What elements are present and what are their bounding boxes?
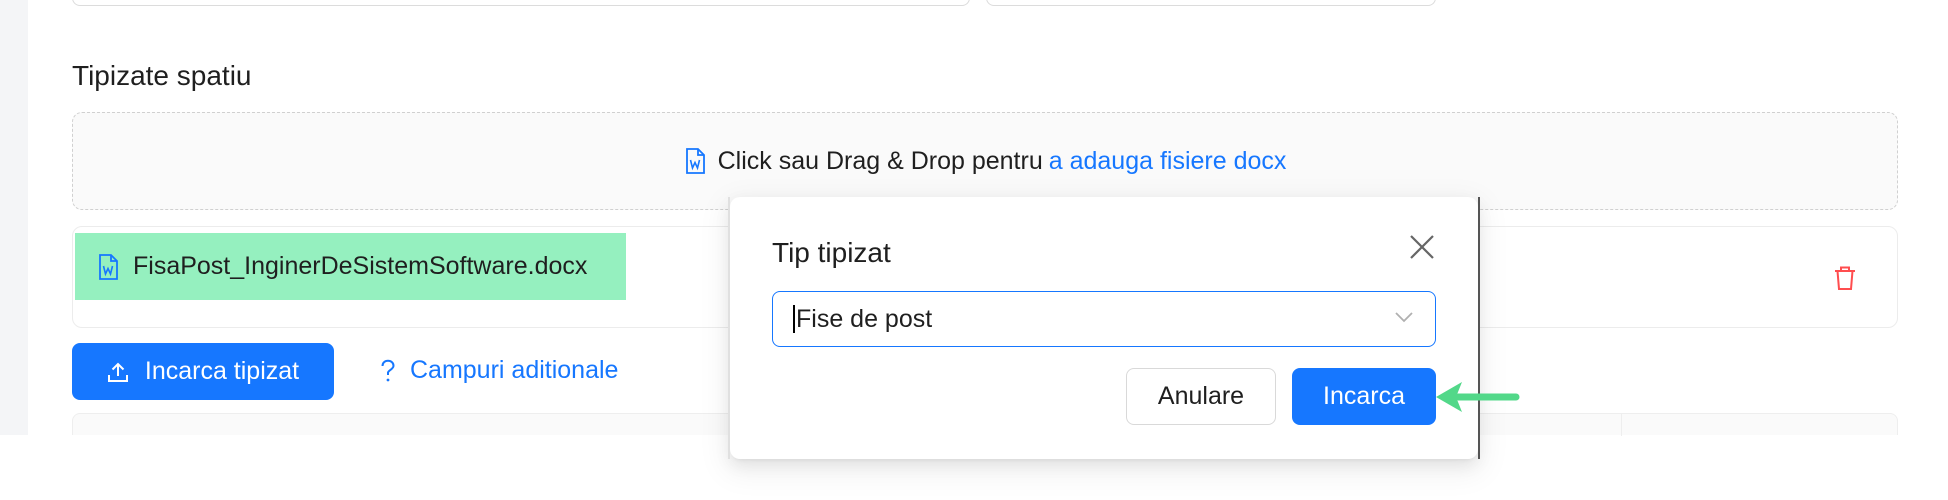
upload-template-button[interactable]: Incarca tipizat: [72, 343, 334, 400]
template-type-modal: Tip tipizat Fise de post Anulare Incarca: [728, 197, 1480, 459]
additional-fields-link[interactable]: Campuri aditionale: [380, 356, 618, 385]
close-icon[interactable]: [1408, 233, 1436, 261]
modal-edge: [728, 197, 730, 459]
dropzone-link[interactable]: a adauga fisiere docx: [1049, 147, 1287, 176]
upload-dropzone[interactable]: Click sau Drag & Drop pentru a adauga fi…: [72, 112, 1898, 210]
form-field-partial[interactable]: [986, 0, 1436, 6]
upload-icon: [107, 362, 128, 382]
modal-edge: [1478, 197, 1480, 459]
table-column-divider: [1621, 414, 1622, 436]
trash-icon[interactable]: [1833, 265, 1857, 291]
section-title: Tipizate spatiu: [72, 60, 252, 91]
arrow-left-icon: [1436, 382, 1520, 412]
file-item[interactable]: FisaPost_InginerDeSistemSoftware.docx: [75, 233, 626, 300]
additional-fields-label: Campuri aditionale: [410, 356, 619, 384]
docx-file-icon: [685, 148, 705, 174]
dropzone-text: Click sau Drag & Drop pentru: [717, 146, 1043, 175]
template-type-select[interactable]: Fise de post: [772, 291, 1436, 347]
modal-title: Tip tipizat: [772, 237, 891, 268]
form-field-partial[interactable]: [72, 0, 970, 6]
question-icon: [381, 359, 395, 381]
select-value: Fise de post: [796, 304, 933, 333]
text-cursor: [793, 305, 795, 333]
file-name: FisaPost_InginerDeSistemSoftware.docx: [133, 252, 588, 280]
docx-file-icon: [99, 253, 118, 280]
confirm-upload-button[interactable]: Incarca: [1292, 368, 1436, 425]
chevron-down-icon: [1395, 312, 1413, 323]
cancel-button[interactable]: Anulare: [1126, 368, 1276, 425]
upload-template-label: Incarca tipizat: [144, 357, 300, 385]
